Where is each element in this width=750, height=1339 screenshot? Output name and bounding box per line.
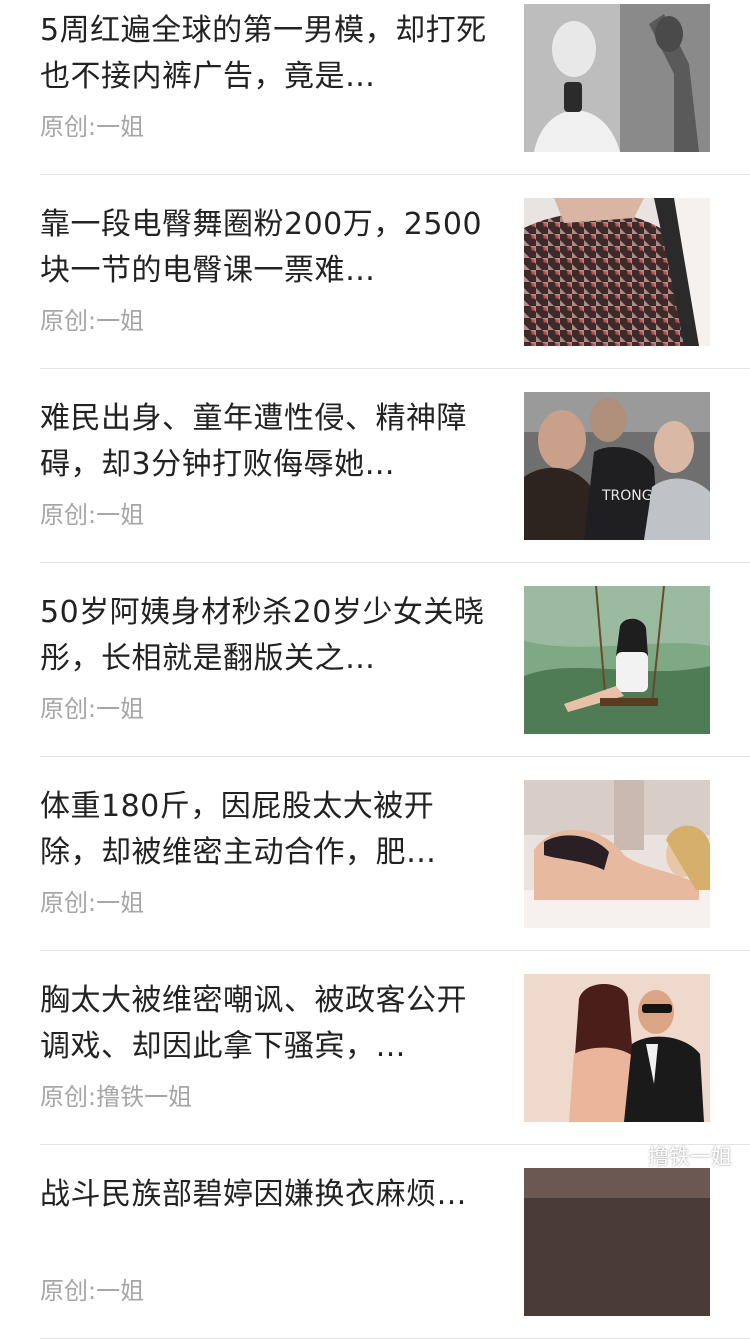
svg-text:TRONG: TRONG xyxy=(601,488,653,504)
article-title[interactable]: 难民出身、童年遭性侵、精神障碍，却3分钟打败侮辱她… xyxy=(40,396,492,488)
article-item[interactable]: 靠一段电臀舞圈粉200万，2500块一节的电臀课一票难… 原创:一姐 xyxy=(0,175,750,369)
article-title[interactable]: 50岁阿姨身材秒杀20岁少女关晓彤，长相就是翻版关之… xyxy=(40,590,492,682)
fighters-faceoff-photo: TRONG xyxy=(524,392,710,540)
article-source: 原创:一姐 xyxy=(40,695,145,723)
article-thumbnail[interactable] xyxy=(524,586,710,734)
article-thumbnail[interactable] xyxy=(524,4,710,152)
article-title[interactable]: 战斗民族部碧婷因嫌换衣麻烦… xyxy=(40,1172,492,1218)
article-thumbnail[interactable] xyxy=(524,1168,710,1316)
dance-photo xyxy=(524,198,710,346)
article-source: 原创:一姐 xyxy=(40,501,145,529)
article-title[interactable]: 5周红遍全球的第一男模，却打死也不接内裤广告，竟是… xyxy=(40,8,492,100)
article-item[interactable]: 胸太大被维密嘲讽、被政客公开调戏、却因此拿下骚宾，… 原创:撸铁一姐 xyxy=(0,951,750,1145)
article-thumbnail[interactable] xyxy=(524,780,710,928)
article-title[interactable]: 胸太大被维密嘲讽、被政客公开调戏、却因此拿下骚宾，… xyxy=(40,978,492,1070)
watermark-text: 撸铁一姐 xyxy=(648,1145,732,1169)
article-source: 原创:一姐 xyxy=(40,113,145,141)
male-model-photo xyxy=(524,4,710,152)
article-title[interactable]: 靠一段电臀舞圈粉200万，2500块一节的电臀课一票难… xyxy=(40,202,492,294)
article-source: 原创:一姐 xyxy=(40,889,145,917)
article-source: 原创:一姐 xyxy=(40,307,145,335)
couple-photo xyxy=(524,974,710,1122)
article-thumbnail[interactable] xyxy=(524,198,710,346)
swing-photo xyxy=(524,586,710,734)
article-title[interactable]: 体重180斤，因屁股太大被开除，却被维密主动合作，肥… xyxy=(40,784,492,876)
wechat-icon xyxy=(614,1145,642,1167)
partial-photo xyxy=(524,1168,710,1316)
article-item[interactable]: 体重180斤，因屁股太大被开除，却被维密主动合作，肥… 原创:一姐 xyxy=(0,757,750,951)
article-list: 5周红遍全球的第一男模，却打死也不接内裤广告，竟是… 原创:一姐 靠一段电臀舞圈… xyxy=(0,0,750,1339)
article-item[interactable]: 50岁阿姨身材秒杀20岁少女关晓彤，长相就是翻版关之… 原创:一姐 xyxy=(0,563,750,757)
lingerie-model-photo xyxy=(524,780,710,928)
watermark: 撸铁一姐 xyxy=(614,1141,732,1171)
article-item[interactable]: 战斗民族部碧婷因嫌换衣麻烦… 原创:一姐 xyxy=(0,1145,750,1339)
article-item[interactable]: 5周红遍全球的第一男模，却打死也不接内裤广告，竟是… 原创:一姐 xyxy=(0,0,750,175)
article-thumbnail[interactable]: TRONG xyxy=(524,392,710,540)
article-source: 原创:撸铁一姐 xyxy=(40,1083,193,1111)
article-thumbnail[interactable] xyxy=(524,974,710,1122)
article-source: 原创:一姐 xyxy=(40,1277,145,1305)
article-item[interactable]: 难民出身、童年遭性侵、精神障碍，却3分钟打败侮辱她… 原创:一姐 TRONG xyxy=(0,369,750,563)
